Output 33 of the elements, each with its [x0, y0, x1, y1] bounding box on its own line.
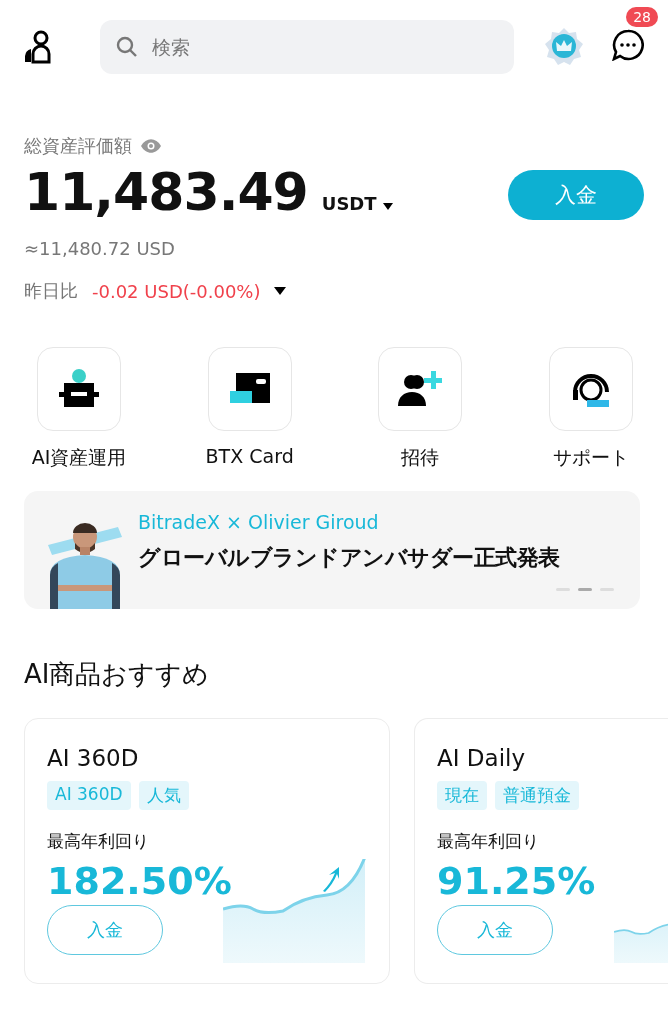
caret-icon[interactable]: [274, 287, 287, 295]
product-name: AI 360D: [47, 745, 140, 771]
search-icon: [116, 36, 138, 58]
yield-value: 91.25%: [437, 859, 597, 903]
add-user-icon: [398, 371, 443, 407]
product-tag: AI 360D: [47, 781, 131, 810]
product-card[interactable]: AI 360D AI 360D 人気 最高年利回り 182.50% 入金: [24, 718, 390, 984]
search-field[interactable]: 検索: [100, 20, 514, 74]
product-tag: 普通預金: [495, 781, 579, 810]
product-tag: 人気: [138, 781, 189, 810]
balance-label: 総資産評価額: [24, 134, 132, 158]
caret-icon[interactable]: [382, 203, 393, 210]
change-label: 昨日比: [24, 279, 78, 303]
approx-value: ≈11,480.72 USD: [24, 238, 176, 259]
product-card[interactable]: AI Daily 現在 普通預金 最高年利回り 91.25% 入金: [414, 718, 668, 984]
robot-icon: [58, 369, 100, 409]
crown-badge-icon[interactable]: [544, 27, 584, 67]
section-title: AI商品おすすめ: [23, 658, 211, 691]
product-tag: 現在: [437, 781, 487, 810]
eye-icon[interactable]: [140, 138, 162, 154]
yield-label: 最高年利回り: [47, 830, 150, 853]
banner-subtitle: グローバルブランドアンバサダー正式発表: [138, 544, 560, 572]
promo-banner[interactable]: BitradeX × Olivier Giroud グローバルブランドアンバサダー正式発表: [24, 491, 640, 609]
card-icon: [229, 373, 270, 405]
currency-label[interactable]: USDT: [321, 193, 377, 214]
notification-badge: 28: [626, 7, 658, 27]
yield-label: 最高年利回り: [437, 830, 540, 853]
balance-amount: 11,483.49: [24, 166, 308, 218]
change-value: -0.02 USD(-0.00%): [92, 280, 261, 302]
product-name: AI Daily: [437, 745, 527, 771]
yield-value: 182.50%: [47, 859, 233, 903]
chat-icon[interactable]: [612, 29, 644, 61]
banner-title: BitradeX × Olivier Giroud: [138, 511, 380, 533]
